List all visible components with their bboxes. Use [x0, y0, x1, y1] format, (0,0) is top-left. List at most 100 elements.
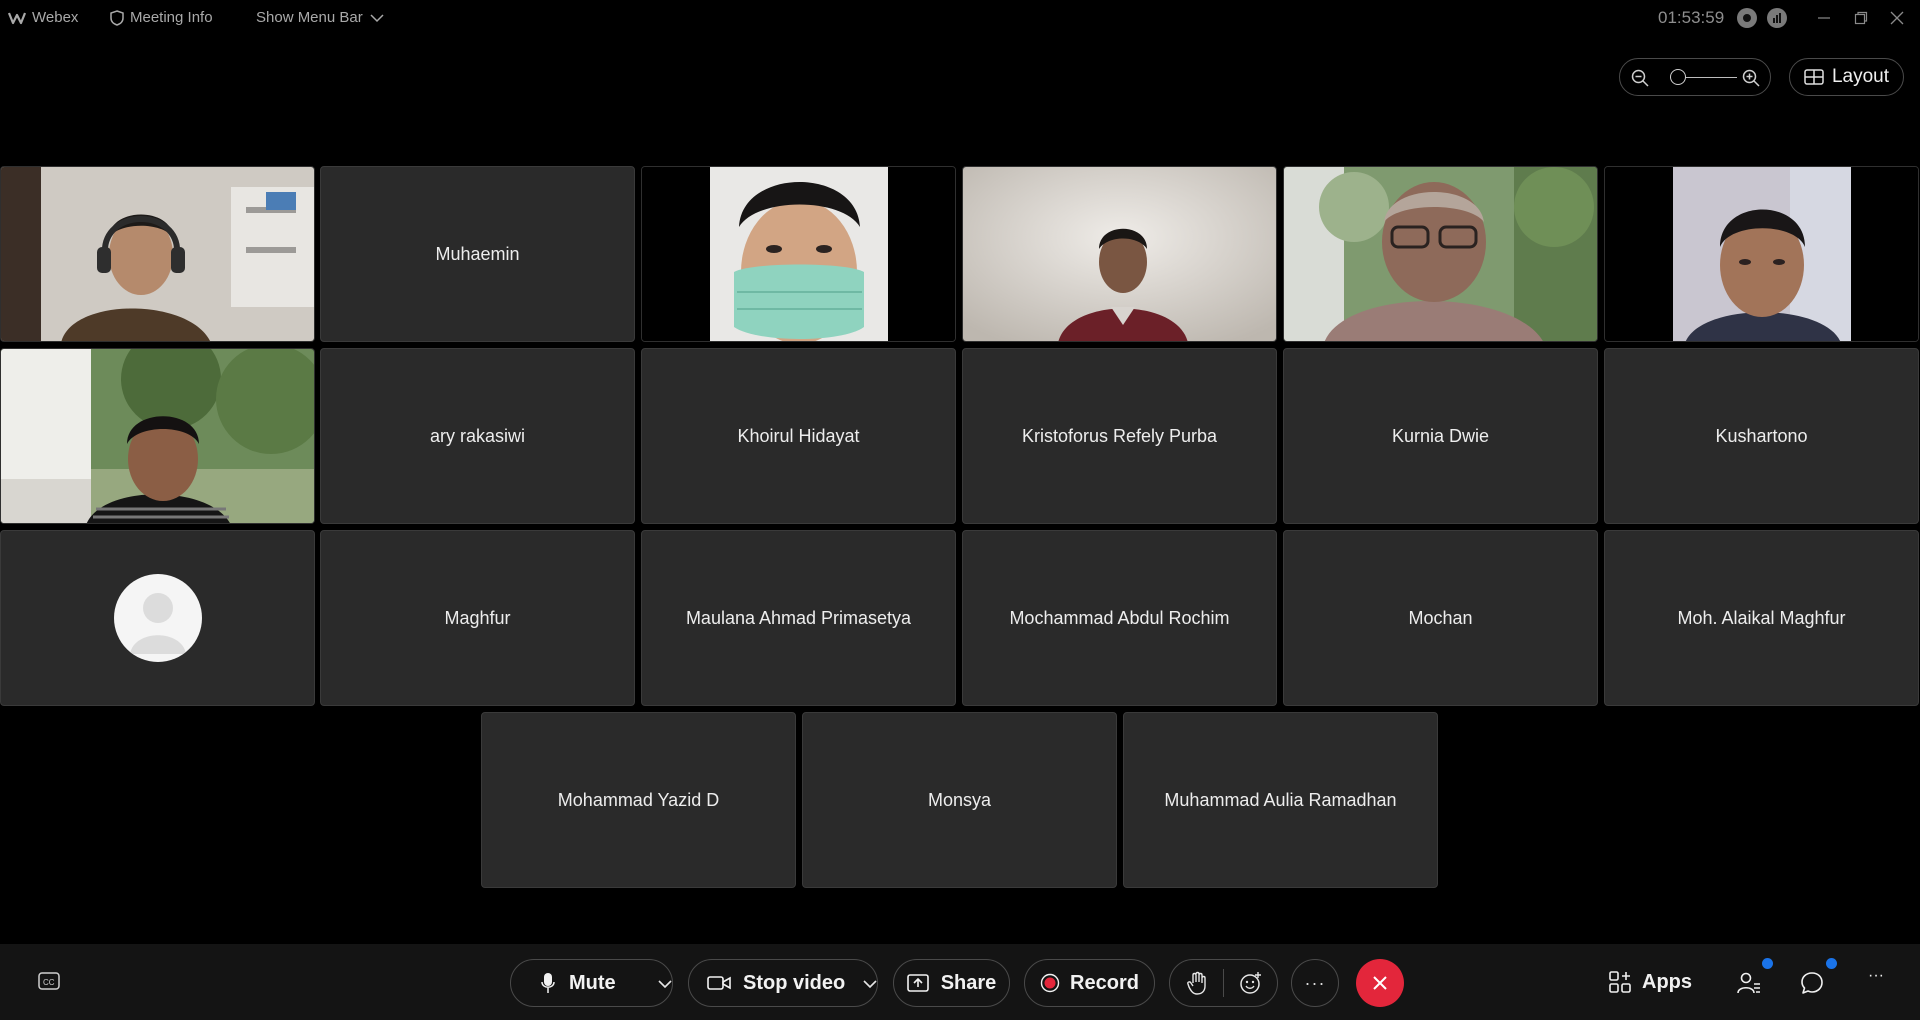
participant-tile[interactable] — [962, 166, 1277, 342]
layout-button[interactable]: Layout — [1789, 58, 1904, 96]
participant-name: Mochammad Abdul Rochim — [1009, 607, 1230, 628]
show-menu-bar-label: Show Menu Bar — [256, 9, 363, 26]
participant-tile[interactable]: Muhaemin — [320, 166, 635, 342]
participant-video — [1, 349, 314, 523]
participant-tile[interactable]: Mochammad Abdul Rochim — [962, 530, 1277, 706]
overflow-menu-icon: ··· — [1868, 967, 1884, 984]
meeting-clock: 01:53:59 — [1658, 8, 1725, 27]
minimize-icon[interactable] — [1807, 4, 1841, 32]
stop-video-button[interactable]: Stop video — [689, 972, 855, 995]
participant-tile[interactable]: Khoirul Hidayat — [641, 348, 956, 524]
participant-name: Muhaemin — [435, 243, 520, 264]
more-options-icon: ··· — [1304, 972, 1326, 993]
participant-tile[interactable]: Kushartono — [1604, 348, 1919, 524]
participant-tile[interactable]: Moh. Alaikal Maghfur — [1604, 530, 1919, 706]
layout-grid-icon — [1804, 69, 1824, 85]
more-options-button[interactable]: ··· — [1291, 959, 1339, 1007]
chat-button[interactable] — [1800, 971, 1824, 995]
reactions-group — [1169, 959, 1278, 1007]
apps-button[interactable]: Apps — [1608, 970, 1692, 994]
participant-video — [1605, 167, 1918, 341]
participant-tile[interactable]: Kristoforus Refely Purba — [962, 348, 1277, 524]
participant-video — [642, 167, 955, 341]
closed-captions-icon: CC — [38, 972, 60, 990]
apps-icon — [1609, 971, 1631, 993]
meeting-info-button[interactable]: Meeting Info — [110, 9, 213, 26]
participants-notification-dot — [1762, 958, 1773, 969]
share-label: Share — [940, 971, 997, 994]
participant-name: Moh. Alaikal Maghfur — [1677, 607, 1846, 628]
video-options-button[interactable] — [855, 972, 877, 995]
participant-video — [1, 167, 314, 341]
participant-name: Monsya — [927, 789, 992, 810]
show-menu-bar-button[interactable]: Show Menu Bar — [256, 9, 385, 26]
participants-icon — [1737, 972, 1760, 994]
svg-text:CC: CC — [43, 978, 55, 987]
leave-meeting-button[interactable] — [1356, 959, 1404, 1007]
record-button[interactable]: Record — [1024, 959, 1155, 1007]
default-avatar-icon — [113, 574, 202, 662]
record-label: Record — [1070, 971, 1139, 994]
chat-notification-dot — [1826, 958, 1837, 969]
chevron-down-icon — [863, 979, 877, 988]
participant-tile[interactable]: Muhammad Aulia Ramadhan — [1123, 712, 1438, 888]
participant-video — [963, 167, 1276, 341]
participant-name: Kristoforus Refely Purba — [1021, 425, 1218, 446]
participant-tile[interactable] — [1283, 166, 1598, 342]
participant-tile[interactable]: Mohammad Yazid D — [481, 712, 796, 888]
video-button-group: Stop video — [688, 959, 878, 1007]
chevron-down-icon — [658, 979, 672, 988]
network-stats-icon[interactable] — [1767, 8, 1787, 28]
participant-name: Mochan — [1408, 607, 1473, 628]
participant-tile[interactable]: Maghfur — [320, 530, 635, 706]
raise-hand-icon — [1186, 971, 1206, 995]
zoom-slider-thumb[interactable] — [1669, 69, 1686, 85]
participants-button[interactable] — [1737, 971, 1761, 995]
overflow-menu-button[interactable]: ··· — [1868, 967, 1884, 985]
app-name: Webex — [32, 9, 79, 26]
meeting-info-label: Meeting Info — [130, 9, 213, 26]
record-icon — [1040, 973, 1060, 993]
recording-status-icon[interactable] — [1737, 8, 1757, 28]
chevron-down-icon — [370, 13, 384, 22]
raise-hand-button[interactable] — [1170, 971, 1223, 995]
participant-tile[interactable] — [0, 348, 315, 524]
participant-tile[interactable]: Monsya — [802, 712, 1117, 888]
participant-tile[interactable]: ary rakasiwi — [320, 348, 635, 524]
participant-tile[interactable] — [0, 530, 315, 706]
chat-icon — [1801, 972, 1823, 994]
participant-tile[interactable]: Maulana Ahmad Primasetya — [641, 530, 956, 706]
participant-tile[interactable] — [1604, 166, 1919, 342]
mute-button-group: Mute — [510, 959, 673, 1007]
close-icon[interactable] — [1880, 4, 1914, 32]
close-icon — [1373, 976, 1387, 990]
restore-icon[interactable] — [1844, 4, 1878, 32]
participant-name: Mohammad Yazid D — [557, 789, 720, 810]
closed-captions-button[interactable]: CC — [38, 972, 60, 990]
apps-label: Apps — [1642, 970, 1692, 993]
participant-tile[interactable]: Mochan — [1283, 530, 1598, 706]
participant-tile[interactable] — [0, 166, 315, 342]
participant-name: ary rakasiwi — [429, 425, 526, 446]
emoji-reaction-icon — [1239, 972, 1261, 994]
participant-name: Maulana Ahmad Primasetya — [685, 607, 912, 628]
participant-name: Kushartono — [1715, 425, 1808, 446]
mute-button[interactable]: Mute — [511, 972, 648, 995]
stop-video-label: Stop video — [743, 971, 846, 994]
video-camera-icon — [707, 976, 731, 990]
meeting-controls-bar: CC Mute Stop video Share Record ··· Apps… — [0, 944, 1920, 1020]
share-button[interactable]: Share — [893, 959, 1010, 1007]
participant-name: Kurnia Dwie — [1391, 425, 1490, 446]
participant-name: Khoirul Hidayat — [737, 425, 860, 446]
participant-tile[interactable]: Kurnia Dwie — [1283, 348, 1598, 524]
mute-options-button[interactable] — [648, 972, 672, 995]
zoom-out-icon[interactable] — [1630, 68, 1650, 88]
mute-label: Mute — [569, 971, 616, 994]
zoom-control — [1619, 58, 1771, 96]
participant-name: Muhammad Aulia Ramadhan — [1164, 789, 1397, 810]
webex-app-button[interactable]: Webex — [8, 9, 78, 26]
participant-tile[interactable] — [641, 166, 956, 342]
zoom-in-icon[interactable] — [1741, 68, 1761, 88]
webex-logo-icon — [8, 12, 26, 24]
reactions-button[interactable] — [1224, 971, 1277, 995]
